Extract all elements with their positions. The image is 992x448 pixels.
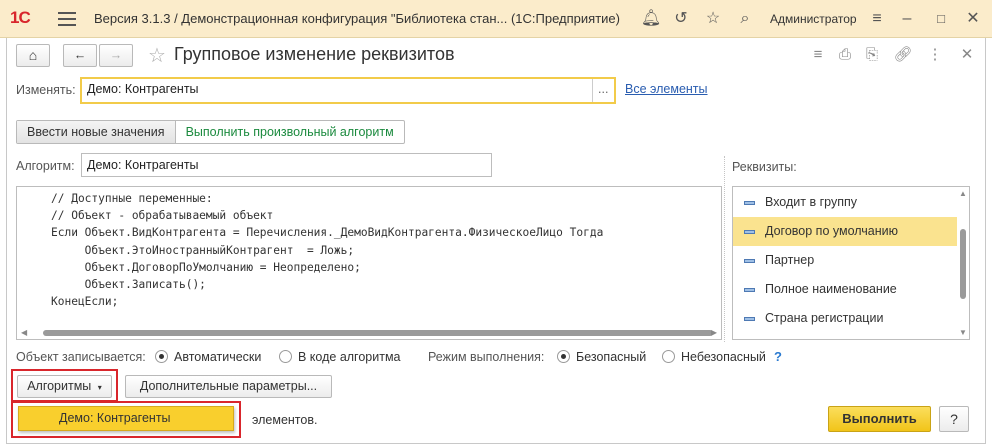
tab-new-values[interactable]: Ввести новые значения xyxy=(17,121,176,143)
window-title: Версия 3.1.3 / Демонстрационная конфигур… xyxy=(94,11,620,26)
print-icon[interactable]: ⎙ xyxy=(834,44,856,66)
scroll-up-icon[interactable]: ▲ xyxy=(959,189,967,198)
scroll-left-icon[interactable]: ◀ xyxy=(21,328,27,337)
attribute-icon xyxy=(744,259,755,263)
radio-write-code-label[interactable]: В коде алгоритма xyxy=(298,350,401,364)
vertical-scrollbar[interactable]: ▲ ▼ xyxy=(957,187,969,339)
list-item-label: Входит в группу xyxy=(765,195,857,209)
list-item[interactable]: Страна регистрации xyxy=(733,304,969,333)
help-button[interactable]: ? xyxy=(939,406,969,432)
home-button[interactable]: ⌂ xyxy=(16,44,50,67)
list-item-label: Договор по умолчанию xyxy=(765,224,898,238)
form-close-icon[interactable]: ✕ xyxy=(956,44,978,66)
radio-write-auto[interactable] xyxy=(155,350,168,363)
attribute-icon xyxy=(744,288,755,292)
code-editor[interactable]: // Доступные переменные: // Объект - обр… xyxy=(16,186,722,340)
exec-mode-label: Режим выполнения: xyxy=(428,350,545,364)
preview-icon[interactable]: ⎘ xyxy=(861,44,883,66)
status-text: элементов. xyxy=(252,413,318,427)
app-logo: 1С xyxy=(10,8,31,27)
history-icon[interactable]: ↺ xyxy=(670,8,692,30)
change-object-field[interactable]: Демо: Контрагенты xyxy=(80,77,616,104)
link-icon[interactable]: 🔗︎ xyxy=(892,44,914,66)
list-item-label: Полное наименование xyxy=(765,282,897,296)
settings-icon[interactable]: ≡ xyxy=(866,8,888,30)
all-elements-link[interactable]: Все элементы xyxy=(625,82,708,96)
help-icon[interactable]: ? xyxy=(774,349,782,364)
list-item[interactable]: Полное наименование xyxy=(733,275,969,304)
scroll-thumb[interactable] xyxy=(960,229,966,299)
scroll-down-icon[interactable]: ▼ xyxy=(959,328,967,337)
bell-icon[interactable]: 🔔︎ xyxy=(640,8,662,30)
favorites-star-icon[interactable]: ☆ xyxy=(702,8,724,30)
change-label: Изменять: xyxy=(16,83,76,97)
radio-mode-unsafe[interactable] xyxy=(662,350,675,363)
scroll-right-icon[interactable]: ▶ xyxy=(711,328,717,337)
requisites-list[interactable]: Входит в группу Договор по умолчанию Пар… xyxy=(732,186,970,340)
code-text: // Доступные переменные: // Объект - обр… xyxy=(51,192,604,309)
tab-custom-algorithm[interactable]: Выполнить произвольный алгоритм xyxy=(176,121,404,143)
close-icon[interactable]: ✕ xyxy=(962,8,984,30)
maximize-icon[interactable]: □ xyxy=(930,8,952,30)
list-item-label: Партнер xyxy=(765,253,815,267)
scroll-thumb[interactable] xyxy=(43,330,713,336)
back-button[interactable]: ← xyxy=(63,44,97,67)
run-button[interactable]: Выполнить xyxy=(828,406,931,432)
extra-params-button[interactable]: Дополнительные параметры... xyxy=(125,375,332,398)
radio-mode-unsafe-label[interactable]: Небезопасный xyxy=(681,350,766,364)
dropdown-item[interactable]: Демо: Контрагенты xyxy=(18,406,234,431)
search-icon[interactable]: ⌕ xyxy=(734,8,756,30)
arrow-right-icon: → xyxy=(109,48,123,62)
algorithm-field[interactable]: Демо: Контрагенты xyxy=(81,153,492,177)
list-item-selected[interactable]: Договор по умолчанию xyxy=(733,217,969,246)
title-bar: 1С Версия 3.1.3 / Демонстрационная конфи… xyxy=(0,0,992,38)
mode-switcher: Ввести новые значения Выполнить произвол… xyxy=(16,120,405,144)
algorithm-label: Алгоритм: xyxy=(16,159,75,173)
select-button[interactable]: ... xyxy=(598,82,608,96)
minimize-icon[interactable]: – xyxy=(896,8,918,30)
radio-mode-safe[interactable] xyxy=(557,350,570,363)
splitter[interactable] xyxy=(724,156,725,342)
menu-icon[interactable] xyxy=(58,8,76,28)
horizontal-scrollbar[interactable]: ◀ ▶ xyxy=(17,327,721,339)
radio-mode-safe-label[interactable]: Безопасный xyxy=(576,350,646,364)
requisites-label: Реквизиты: xyxy=(732,160,797,174)
favorite-star-icon[interactable]: ☆ xyxy=(148,43,166,68)
arrow-left-icon: ← xyxy=(73,48,87,62)
write-mode-label: Объект записывается: xyxy=(16,350,146,364)
list-item[interactable]: Партнер xyxy=(733,246,969,275)
algorithm-value: Демо: Контрагенты xyxy=(87,158,199,172)
home-icon: ⌂ xyxy=(28,47,38,63)
attach-icon[interactable]: ≡ xyxy=(807,44,829,66)
change-object-value: Демо: Контрагенты xyxy=(87,82,199,96)
more-icon[interactable]: ⋮ xyxy=(924,44,946,66)
attribute-icon xyxy=(744,201,755,205)
page-title: Групповое изменение реквизитов xyxy=(174,44,455,64)
radio-write-auto-label[interactable]: Автоматически xyxy=(174,350,261,364)
attribute-icon xyxy=(744,317,755,321)
list-item[interactable]: Входит в группу xyxy=(733,188,969,217)
field-divider xyxy=(592,79,593,102)
chevron-down-icon: ▾ xyxy=(97,383,102,392)
list-item-label: Страна регистрации xyxy=(765,311,884,325)
attribute-icon xyxy=(744,230,755,234)
algorithms-button[interactable]: Алгоритмы ▾ xyxy=(17,375,112,398)
user-name[interactable]: Администратор xyxy=(770,12,857,26)
forward-button[interactable]: → xyxy=(99,44,133,67)
algorithms-button-label: Алгоритмы xyxy=(27,379,92,393)
radio-write-code[interactable] xyxy=(279,350,292,363)
